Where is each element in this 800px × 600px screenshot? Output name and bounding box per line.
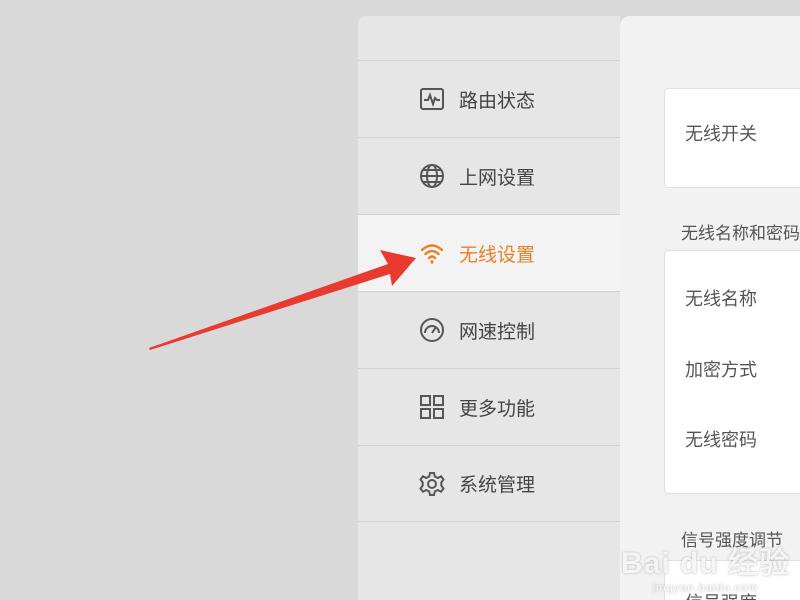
section-title-name-password: 无线名称和密码 xyxy=(681,224,800,243)
wifi-icon xyxy=(418,239,446,267)
sidebar-item-speed-control[interactable]: 网速控制 xyxy=(358,291,620,368)
grid-icon xyxy=(418,393,446,421)
sidebar-item-label: 无线设置 xyxy=(459,244,536,266)
watermark-url: jingyan.baidu.com xyxy=(652,582,759,594)
baidu-jingyan-watermark: Bai du 经验 jingyan.baidu.com xyxy=(621,538,790,594)
main-panel: 无线开关 无线名称和密码 无线名称 加密方式 无线密码 信号强度调节 信号强度 xyxy=(620,16,800,600)
ssid-label: 无线名称 xyxy=(685,289,757,309)
wireless-switch-label: 无线开关 xyxy=(685,124,757,144)
gear-icon xyxy=(418,470,446,498)
name-password-card: 无线名称 加密方式 无线密码 xyxy=(664,250,800,494)
watermark-logo: Bai du 经验 xyxy=(620,547,790,580)
globe-icon xyxy=(418,162,446,190)
encryption-label: 加密方式 xyxy=(685,360,757,380)
sidebar-item-label: 上网设置 xyxy=(459,167,536,189)
sidebar-item-label: 系统管理 xyxy=(459,475,536,496)
screenshot-stage: 路由状态 上网设置 无线设置 网速控制 更多功能 系统管理 无线开关 无线名称和… xyxy=(0,0,800,600)
sidebar-item-more-features[interactable]: 更多功能 xyxy=(358,368,620,445)
sidebar-item-internet-settings[interactable]: 上网设置 xyxy=(358,137,620,214)
sidebar-nav: 路由状态 上网设置 无线设置 网速控制 更多功能 系统管理 xyxy=(358,60,620,522)
sidebar-item-router-status[interactable]: 路由状态 xyxy=(358,60,620,137)
sidebar: 路由状态 上网设置 无线设置 网速控制 更多功能 系统管理 xyxy=(358,16,620,600)
wireless-switch-card: 无线开关 xyxy=(664,88,800,188)
sidebar-item-wireless-settings[interactable]: 无线设置 xyxy=(358,214,620,291)
password-label: 无线密码 xyxy=(685,430,757,450)
speedometer-icon xyxy=(418,316,446,344)
activity-monitor-icon xyxy=(418,85,446,113)
sidebar-item-label: 路由状态 xyxy=(459,90,536,112)
sidebar-item-system-management[interactable]: 系统管理 xyxy=(358,445,620,522)
sidebar-item-label: 网速控制 xyxy=(459,321,536,343)
sidebar-item-label: 更多功能 xyxy=(459,398,536,420)
